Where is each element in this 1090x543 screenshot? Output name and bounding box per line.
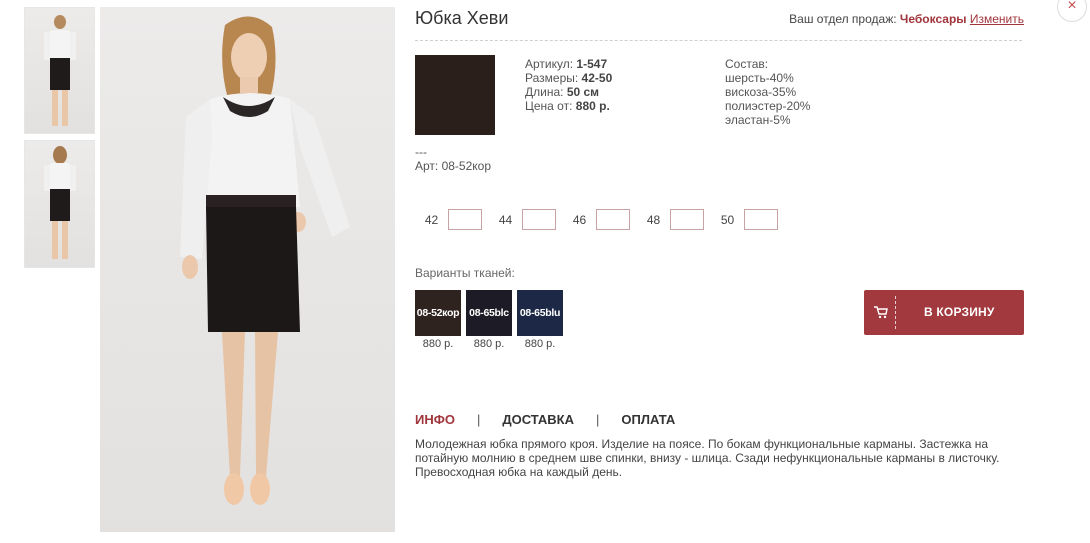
- spec-price-value: 880 р.: [575, 99, 610, 113]
- change-city-link[interactable]: Изменить: [970, 12, 1024, 26]
- spec-sizes: Размеры: 42-50: [525, 71, 612, 85]
- fabric-variant-swatch[interactable]: 08-52кор: [415, 290, 461, 336]
- article-code-text: Арт: 08-52кор: [415, 159, 492, 173]
- size-label: 44: [498, 212, 513, 227]
- size-label: 42: [424, 212, 439, 227]
- tab-info[interactable]: ИНФО: [415, 412, 455, 427]
- sales-city: Чебоксары: [899, 12, 967, 26]
- close-button[interactable]: ×: [1057, 0, 1087, 22]
- close-icon: ×: [1067, 0, 1077, 14]
- model-photo-image: [180, 16, 350, 505]
- spec-length-value: 50 см: [566, 85, 600, 99]
- model-back-thumbnail-image: [44, 146, 76, 259]
- spec-article: Артикул: 1-547: [525, 57, 612, 71]
- product-description: Молодежная юбка прямого кроя. Изделие на…: [415, 437, 1000, 479]
- cart-icon: [874, 306, 888, 319]
- spec-length: Длина: 50 см: [525, 85, 612, 99]
- article-dashes: ---: [415, 145, 427, 159]
- tab-delivery[interactable]: ДОСТАВКА: [502, 412, 574, 427]
- size-label: 48: [646, 212, 661, 227]
- tab-separator: |: [596, 412, 600, 427]
- thumbnail-back[interactable]: [24, 140, 95, 268]
- size-46-quantity-input[interactable]: [596, 209, 630, 230]
- tab-payment[interactable]: ОПЛАТА: [621, 412, 675, 427]
- tab-separator: |: [476, 412, 481, 427]
- article-code: --- Арт: 08-52кор: [415, 145, 491, 173]
- spec-sizes-label: Размеры:: [525, 71, 579, 85]
- sales-label: Ваш отдел продаж:: [789, 12, 897, 26]
- size-label: 50: [720, 212, 735, 227]
- main-product-photo: [100, 7, 395, 532]
- size-48-quantity-input[interactable]: [670, 209, 704, 230]
- spec-article-value: 1-547: [576, 57, 608, 71]
- sales-department: Ваш отдел продаж: Чебоксары Изменить: [789, 12, 1024, 26]
- fabric-variant-price: 880 р.: [422, 338, 454, 350]
- add-to-cart-button[interactable]: В КОРЗИНУ: [864, 290, 1024, 335]
- fabric-variant-swatch[interactable]: 08-65blc: [466, 290, 512, 336]
- fabric-variants-label: Варианты тканей:: [415, 266, 515, 280]
- cart-button-label: В КОРЗИНУ: [924, 305, 995, 319]
- cart-button-divider: [895, 296, 896, 329]
- composition-item: эластан-5%: [725, 113, 791, 127]
- thumbnail-front[interactable]: [24, 7, 95, 134]
- model-front-thumbnail-image: [44, 15, 76, 126]
- spec-price-label: Цена от:: [525, 99, 573, 113]
- fabric-variant[interactable]: 08-52кор 880 р.: [415, 290, 461, 350]
- fabric-variant-swatch[interactable]: 08-65blu: [517, 290, 563, 336]
- size-42-quantity-input[interactable]: [448, 209, 482, 230]
- product-title: Юбка Хеви: [415, 8, 509, 28]
- product-specs: Артикул: 1-547 Размеры: 42-50 Длина: 50 …: [525, 57, 612, 113]
- spec-article-label: Артикул:: [525, 57, 574, 71]
- size-44-quantity-input[interactable]: [522, 209, 556, 230]
- composition-item: вискоза-35%: [725, 85, 797, 99]
- fabric-swatch: [415, 55, 495, 135]
- fabric-variant[interactable]: 08-65blu 880 р.: [517, 290, 563, 350]
- fabric-variant-price: 880 р.: [524, 338, 556, 350]
- header-divider: [415, 40, 1022, 41]
- composition-item: полиэстер-20%: [725, 99, 811, 113]
- composition: Состав: шерсть-40% вискоза-35% полиэстер…: [725, 57, 810, 127]
- spec-sizes-value: 42-50: [581, 71, 613, 85]
- size-label: 46: [572, 212, 587, 227]
- info-tabs: ИНФО | ДОСТАВКА | ОПЛАТА: [415, 412, 675, 427]
- size-50-quantity-input[interactable]: [744, 209, 778, 230]
- composition-item: шерсть-40%: [725, 71, 794, 85]
- fabric-variant-price: 880 р.: [473, 338, 505, 350]
- size-quantity-row: 42 44 46 48 50: [415, 208, 785, 231]
- composition-label: Состав:: [725, 57, 769, 71]
- spec-length-label: Длина:: [525, 85, 564, 99]
- spec-price: Цена от: 880 р.: [525, 99, 612, 113]
- fabric-variant[interactable]: 08-65blc 880 р.: [466, 290, 512, 350]
